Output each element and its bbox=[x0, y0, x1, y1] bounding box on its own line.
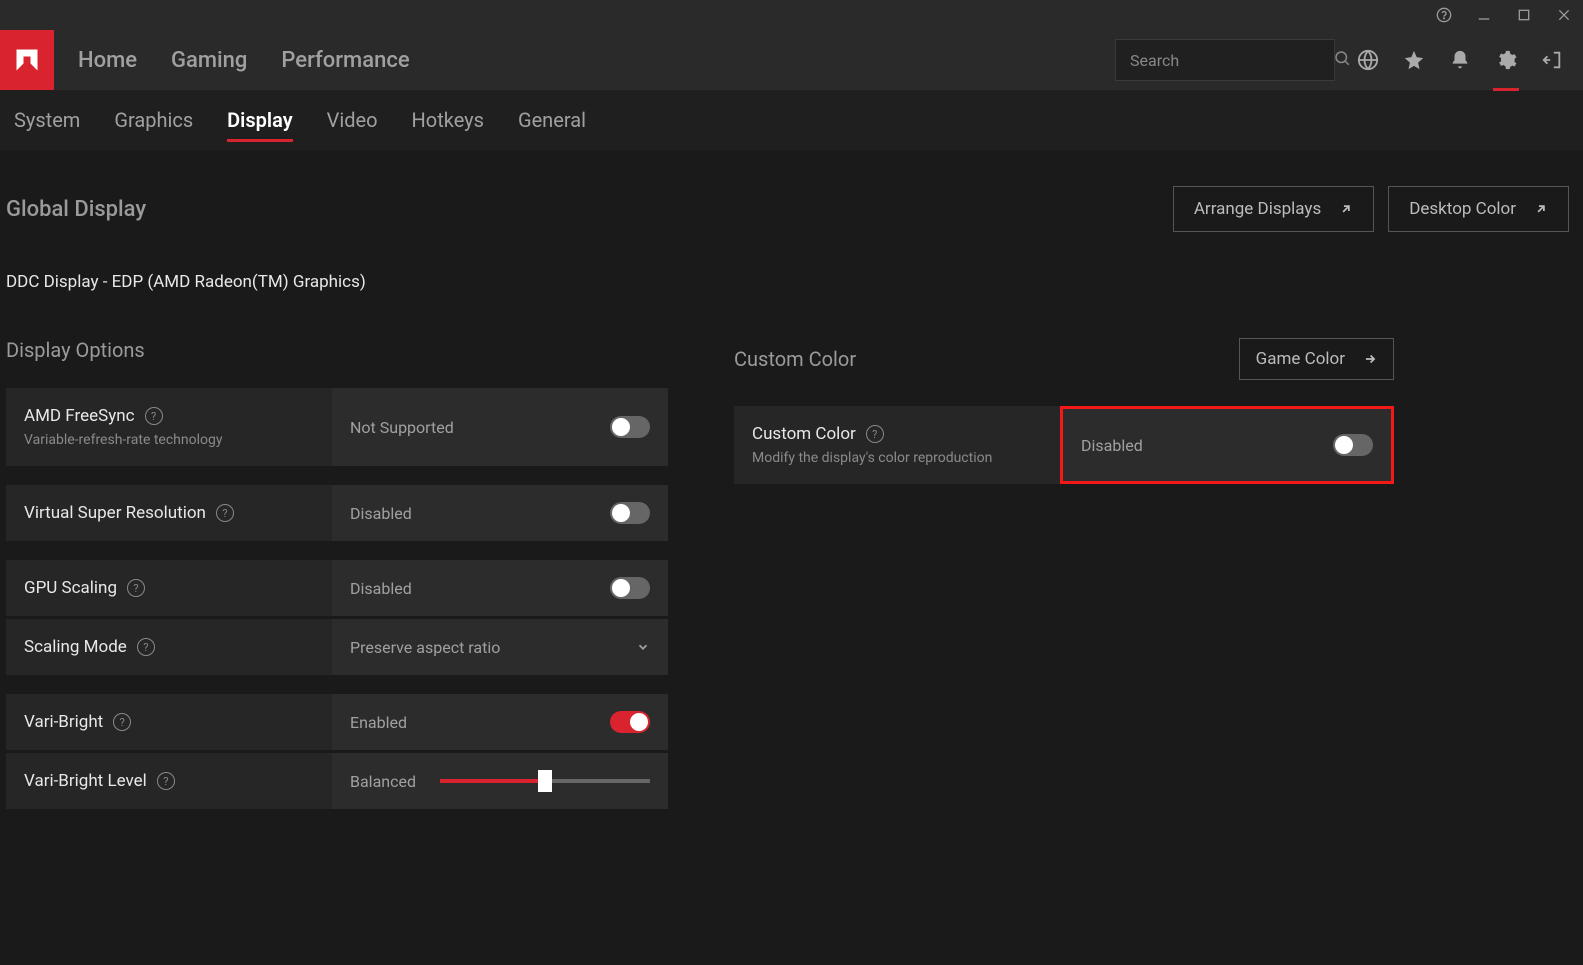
custom-color-column: Custom Color Game Color Custom Color ? M… bbox=[734, 338, 1394, 812]
tab-display[interactable]: Display bbox=[227, 92, 292, 148]
search-box[interactable] bbox=[1115, 39, 1335, 81]
main-nav: Home Gaming Performance bbox=[78, 48, 410, 73]
help-icon[interactable]: ? bbox=[113, 713, 131, 731]
setting-row-vari-bright-level: Vari-Bright Level ? Balanced bbox=[6, 753, 668, 809]
close-icon[interactable] bbox=[1553, 4, 1575, 26]
custom-color-sublabel: Modify the display's color reproduction bbox=[752, 450, 1042, 466]
chevron-down-icon bbox=[636, 640, 650, 654]
vari-bright-level-value: Balanced bbox=[350, 772, 416, 791]
tab-system[interactable]: System bbox=[14, 92, 80, 148]
help-icon[interactable] bbox=[1433, 4, 1455, 26]
global-display-head: Global Display Arrange Displays Desktop … bbox=[4, 186, 1579, 232]
game-color-label: Game Color bbox=[1256, 349, 1345, 369]
tab-graphics[interactable]: Graphics bbox=[114, 92, 193, 148]
gear-icon[interactable] bbox=[1493, 47, 1519, 73]
freesync-value: Not Supported bbox=[350, 418, 454, 437]
bell-icon[interactable] bbox=[1447, 47, 1473, 73]
help-icon[interactable]: ? bbox=[127, 579, 145, 597]
custom-color-value: Disabled bbox=[1081, 436, 1143, 455]
tab-general[interactable]: General bbox=[518, 92, 586, 148]
help-icon[interactable]: ? bbox=[866, 425, 884, 443]
maximize-icon[interactable] bbox=[1513, 4, 1535, 26]
desktop-color-button[interactable]: Desktop Color bbox=[1388, 186, 1569, 232]
scaling-mode-dropdown[interactable]: Preserve aspect ratio bbox=[332, 619, 668, 675]
custom-color-label: Custom Color bbox=[752, 424, 856, 444]
tab-video[interactable]: Video bbox=[327, 92, 378, 148]
arrow-icon bbox=[1336, 199, 1356, 219]
help-icon[interactable]: ? bbox=[145, 407, 163, 425]
amd-logo[interactable] bbox=[0, 30, 54, 90]
setting-row-custom-color: Custom Color ? Modify the display's colo… bbox=[734, 406, 1394, 484]
setting-row-freesync: AMD FreeSync ? Variable-refresh-rate tec… bbox=[6, 388, 668, 466]
custom-color-title: Custom Color bbox=[734, 347, 856, 371]
search-input[interactable] bbox=[1130, 51, 1333, 70]
tab-hotkeys[interactable]: Hotkeys bbox=[412, 92, 484, 148]
arrange-displays-button[interactable]: Arrange Displays bbox=[1173, 186, 1374, 232]
scaling-mode-label: Scaling Mode bbox=[24, 637, 127, 657]
slider-thumb[interactable] bbox=[538, 770, 552, 792]
gpu-scaling-value: Disabled bbox=[350, 579, 412, 598]
setting-row-scaling-mode: Scaling Mode ? Preserve aspect ratio bbox=[6, 619, 668, 675]
custom-color-toggle[interactable] bbox=[1333, 434, 1373, 456]
setting-row-gpu-scaling: GPU Scaling ? Disabled bbox=[6, 560, 668, 616]
freesync-sublabel: Variable-refresh-rate technology bbox=[24, 432, 314, 448]
arrow-right-icon bbox=[1363, 352, 1377, 366]
nav-gaming[interactable]: Gaming bbox=[171, 48, 247, 73]
global-display-title: Global Display bbox=[6, 197, 146, 222]
desktop-color-label: Desktop Color bbox=[1409, 199, 1516, 219]
gpu-scaling-toggle[interactable] bbox=[610, 577, 650, 599]
arrange-displays-label: Arrange Displays bbox=[1194, 199, 1321, 219]
search-icon[interactable] bbox=[1333, 49, 1351, 71]
vari-bright-level-slider[interactable] bbox=[440, 779, 650, 783]
titlebar bbox=[0, 0, 1583, 30]
freesync-toggle[interactable] bbox=[610, 416, 650, 438]
gpu-scaling-label: GPU Scaling bbox=[24, 578, 117, 598]
arrow-icon bbox=[1531, 199, 1551, 219]
subtabs: System Graphics Display Video Hotkeys Ge… bbox=[0, 90, 1583, 150]
vari-bright-toggle[interactable] bbox=[610, 711, 650, 733]
display-options-column: Display Options AMD FreeSync ? Variable-… bbox=[6, 338, 668, 812]
header: Home Gaming Performance bbox=[0, 30, 1583, 90]
exit-icon[interactable] bbox=[1539, 47, 1565, 73]
nav-performance[interactable]: Performance bbox=[281, 48, 409, 73]
freesync-label: AMD FreeSync bbox=[24, 406, 135, 426]
setting-row-vari-bright: Vari-Bright ? Enabled bbox=[6, 694, 668, 750]
help-icon[interactable]: ? bbox=[216, 504, 234, 522]
help-icon[interactable]: ? bbox=[157, 772, 175, 790]
game-color-button[interactable]: Game Color bbox=[1239, 338, 1394, 380]
vsr-value: Disabled bbox=[350, 504, 412, 523]
setting-row-vsr: Virtual Super Resolution ? Disabled bbox=[6, 485, 668, 541]
vsr-label: Virtual Super Resolution bbox=[24, 503, 206, 523]
web-icon[interactable] bbox=[1355, 47, 1381, 73]
display-device-name: DDC Display - EDP (AMD Radeon(TM) Graphi… bbox=[4, 272, 1579, 292]
vari-bright-level-label: Vari-Bright Level bbox=[24, 771, 147, 791]
vsr-toggle[interactable] bbox=[610, 502, 650, 524]
minimize-icon[interactable] bbox=[1473, 4, 1495, 26]
star-icon[interactable] bbox=[1401, 47, 1427, 73]
header-right bbox=[1115, 39, 1583, 81]
nav-home[interactable]: Home bbox=[78, 48, 137, 73]
vari-bright-value: Enabled bbox=[350, 713, 407, 732]
display-options-title: Display Options bbox=[6, 338, 145, 362]
help-icon[interactable]: ? bbox=[137, 638, 155, 656]
vari-bright-label: Vari-Bright bbox=[24, 712, 103, 732]
content: Global Display Arrange Displays Desktop … bbox=[0, 150, 1583, 812]
scaling-mode-value: Preserve aspect ratio bbox=[350, 638, 500, 657]
